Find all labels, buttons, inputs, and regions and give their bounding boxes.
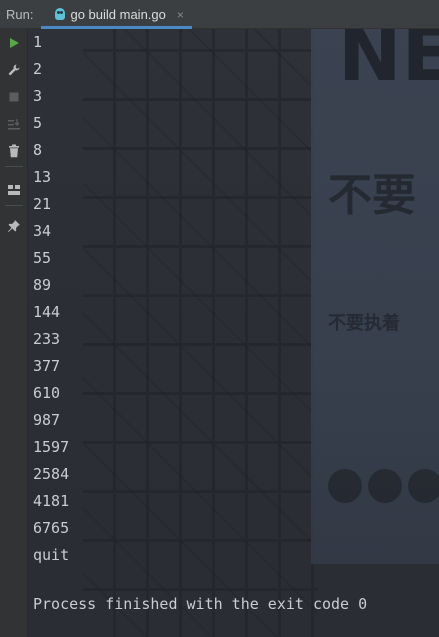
console-line: 34 <box>33 222 52 240</box>
console-output-lines: 1 2 3 5 8 13 21 34 55 89 144 233 377 610… <box>33 29 69 569</box>
console-line: 6765 <box>33 519 70 537</box>
toolbar-separator <box>5 166 23 167</box>
close-tab-icon[interactable]: × <box>177 8 184 22</box>
console-line: 4181 <box>33 492 70 510</box>
background-scaffold-diagonals <box>83 29 318 637</box>
console-output-panel[interactable]: NE 不要 不要执着 1 2 3 5 8 13 21 34 55 89 144 … <box>28 29 439 637</box>
layout-icon[interactable] <box>6 182 22 198</box>
console-line: 144 <box>33 303 61 321</box>
console-line: 5 <box>33 114 43 132</box>
console-line: 13 <box>33 168 52 186</box>
console-line: quit <box>33 546 70 564</box>
console-line: 89 <box>33 276 52 294</box>
console-line: 2584 <box>33 465 70 483</box>
run-tool-window-header: Run: go build main.go × <box>0 0 439 29</box>
toolbar-separator <box>5 205 23 206</box>
console-line: 21 <box>33 195 52 213</box>
billboard-chinese-subheading: 不要执着 <box>328 313 400 334</box>
sort-icon[interactable] <box>6 116 22 132</box>
billboard-logo-circles <box>328 469 439 503</box>
console-line: 3 <box>33 87 43 105</box>
trash-icon[interactable] <box>6 143 22 159</box>
console-line: 377 <box>33 357 61 375</box>
console-line: 233 <box>33 330 61 348</box>
run-toolbar <box>0 29 28 637</box>
console-line: 55 <box>33 249 52 267</box>
console-line: 1597 <box>33 438 70 456</box>
console-line: 2 <box>33 60 43 78</box>
run-config-tab[interactable]: go build main.go × <box>41 0 193 29</box>
play-icon[interactable] <box>6 35 22 51</box>
pin-icon[interactable] <box>6 218 22 234</box>
run-label: Run: <box>6 6 34 22</box>
tab-label: go build main.go <box>70 6 166 22</box>
wrench-icon[interactable] <box>6 62 22 78</box>
stop-icon[interactable] <box>6 89 22 105</box>
console-line: 8 <box>33 141 43 159</box>
process-exit-message: Process finished with the exit code 0 <box>33 595 368 613</box>
billboard-chinese-heading: 不要 <box>328 170 416 221</box>
console-line: 610 <box>33 384 61 402</box>
console-line: 987 <box>33 411 61 429</box>
billboard-large-text: NE <box>338 29 439 98</box>
go-gopher-icon <box>55 8 66 20</box>
console-line: 1 <box>33 33 43 51</box>
